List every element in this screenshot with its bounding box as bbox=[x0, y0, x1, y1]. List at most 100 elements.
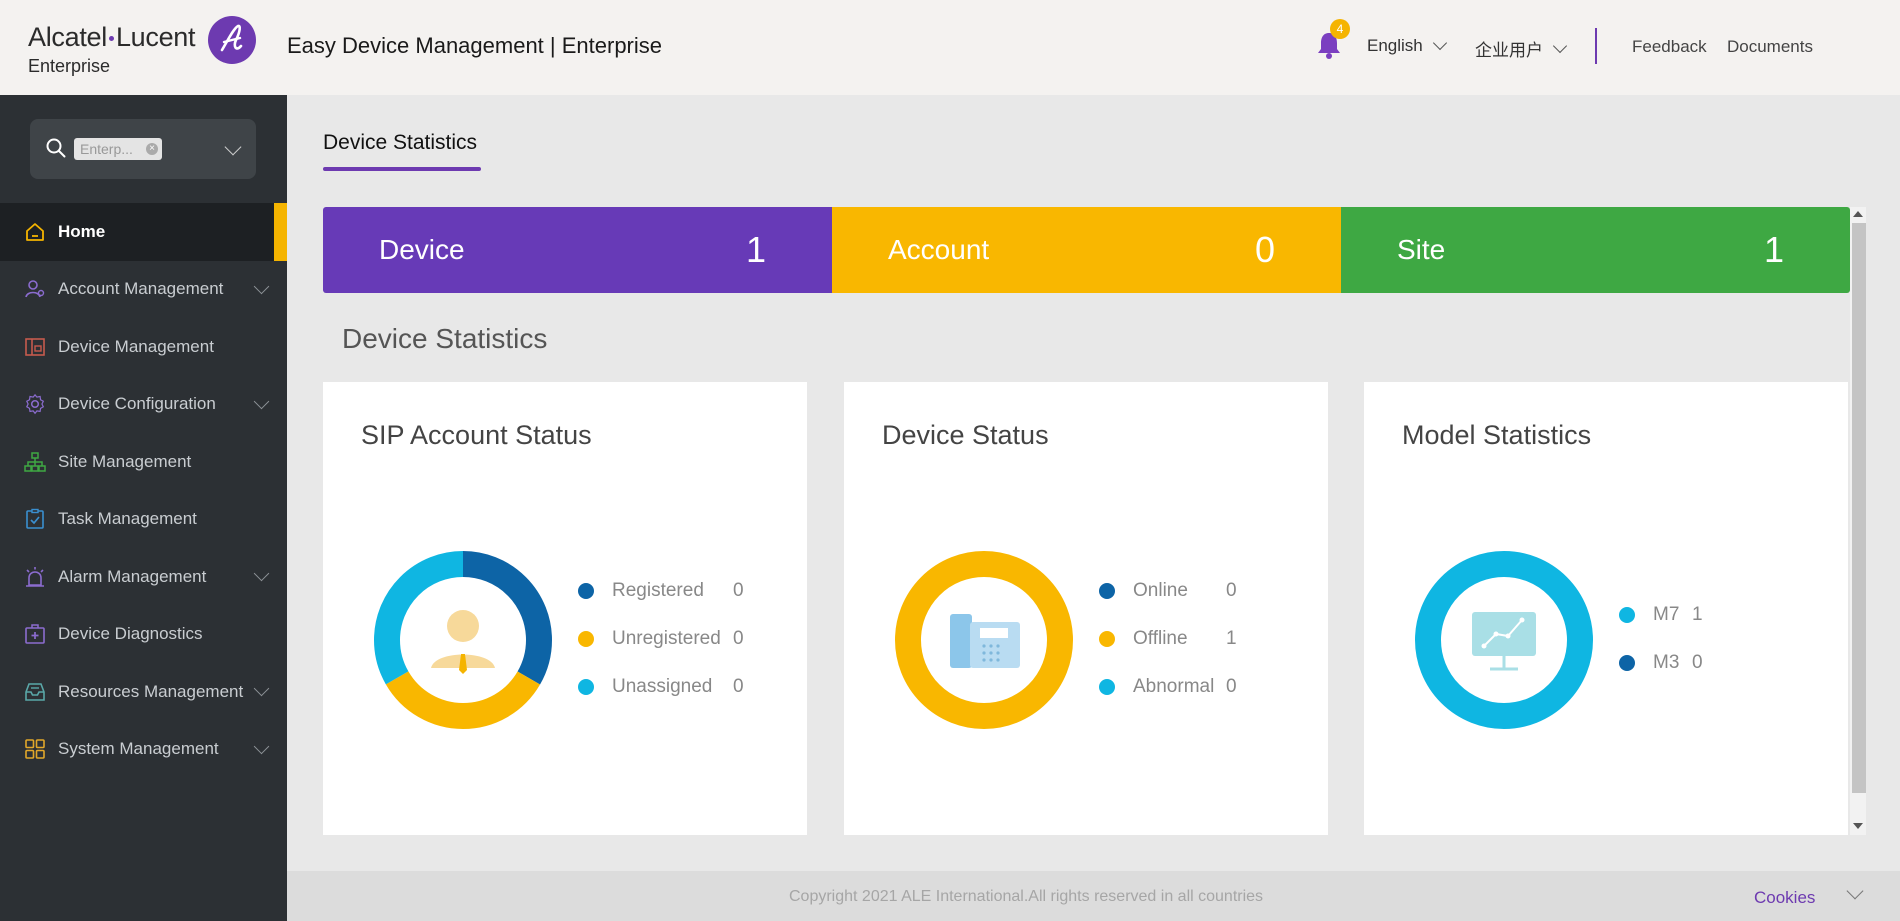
device-count-bar[interactable]: Device 1 bbox=[323, 207, 832, 293]
stat-value: 1 bbox=[1763, 229, 1784, 270]
sidebar-item-label: Device Configuration bbox=[58, 394, 216, 414]
sidebar-item-label: Resources Management bbox=[58, 681, 244, 701]
stat-value: 1 bbox=[745, 229, 766, 270]
chevron-down-icon bbox=[253, 565, 270, 582]
grid-icon bbox=[25, 739, 45, 760]
sidebar-item-account-management[interactable]: Account Management bbox=[0, 261, 287, 319]
language-dropdown[interactable]: English bbox=[1367, 35, 1447, 56]
legend-label: Unregistered bbox=[612, 628, 721, 649]
alarm-icon bbox=[26, 566, 44, 587]
device-status-card: Device Status Online 0 Offline 1 Abnorma… bbox=[844, 382, 1328, 835]
sip-account-donut[interactable] bbox=[373, 550, 553, 730]
legend-value: 1 bbox=[1226, 628, 1237, 649]
header-divider bbox=[1595, 28, 1597, 64]
scroll-down-icon[interactable] bbox=[1853, 823, 1863, 829]
legend-value: 0 bbox=[733, 628, 744, 649]
chevron-down-icon[interactable] bbox=[1846, 882, 1864, 900]
scroll-thumb[interactable] bbox=[1852, 223, 1866, 793]
desk-phone-icon bbox=[950, 614, 1020, 668]
header: Alcatel Lucent Enterprise Easy Device Man… bbox=[0, 0, 1900, 95]
sidebar-item-label: Task Management bbox=[58, 509, 197, 529]
sidebar-item-task-management[interactable]: Task Management bbox=[0, 491, 287, 549]
legend-value: 0 bbox=[1226, 580, 1237, 601]
copyright-text: Copyright 2021 ALE International.All rig… bbox=[789, 888, 1264, 905]
legend-value: 0 bbox=[733, 580, 744, 601]
inbox-icon bbox=[25, 682, 45, 701]
device-icon bbox=[25, 337, 45, 356]
legend-label: Registered bbox=[612, 580, 704, 601]
sidebar: Enterp... × Home Account Management Devi… bbox=[0, 95, 287, 921]
site-count-bar[interactable]: Site 1 bbox=[1341, 207, 1850, 293]
legend-item-unregistered: Unregistered bbox=[578, 627, 721, 651]
content-scrollbar[interactable] bbox=[1850, 207, 1866, 835]
sidebar-item-alarm-management[interactable]: Alarm Management bbox=[0, 548, 287, 606]
clipboard-check-icon bbox=[26, 509, 44, 530]
card-title: Model Statistics bbox=[1402, 420, 1592, 450]
sidebar-item-label: Home bbox=[58, 221, 106, 241]
chevron-down-icon bbox=[1432, 35, 1447, 51]
chevron-down-icon bbox=[253, 278, 270, 294]
sidebar-item-label: Alarm Management bbox=[58, 566, 207, 586]
user-type-dropdown[interactable]: 企业用户 bbox=[1475, 36, 1568, 61]
search-tag[interactable]: Enterp... × bbox=[74, 138, 162, 160]
chevron-down-icon bbox=[1552, 38, 1568, 53]
legend-item-abnormal: Abnormal bbox=[1099, 675, 1214, 699]
chevron-down-icon bbox=[253, 680, 270, 697]
chevron-down-icon[interactable] bbox=[224, 138, 242, 156]
alcatel-lucent-logo[interactable]: Alcatel Lucent Enterprise bbox=[28, 16, 258, 78]
legend-dot bbox=[1099, 583, 1115, 599]
sidebar-item-home[interactable]: Home bbox=[0, 203, 287, 261]
medical-kit-icon bbox=[25, 624, 45, 645]
stat-value: 0 bbox=[1254, 229, 1275, 270]
stat-label: Device bbox=[379, 234, 465, 265]
sidebar-item-device-configuration[interactable]: Device Configuration bbox=[0, 376, 287, 434]
chevron-down-icon bbox=[253, 393, 270, 409]
clear-icon[interactable]: × bbox=[146, 143, 158, 155]
sidebar-item-label: Site Management bbox=[58, 451, 192, 471]
sidebar-item-device-diagnostics[interactable]: Device Diagnostics bbox=[0, 606, 287, 664]
sitemap-icon bbox=[24, 452, 46, 472]
sidebar-item-label: System Management bbox=[58, 739, 219, 759]
legend-label: Unassigned bbox=[612, 676, 713, 697]
legend-value: 0 bbox=[733, 676, 744, 697]
legend-dot bbox=[578, 679, 594, 695]
brand-name-1: Alcatel bbox=[28, 22, 107, 52]
language-label: English bbox=[1367, 36, 1423, 55]
legend-label: M3 bbox=[1653, 652, 1680, 673]
user-icon bbox=[431, 610, 495, 674]
sidebar-item-device-management[interactable]: Device Management bbox=[0, 318, 287, 376]
legend-value: 0 bbox=[1692, 652, 1703, 673]
app-title: Easy Device Management | Enterprise bbox=[287, 33, 662, 58]
tab-active-indicator bbox=[323, 167, 481, 171]
documents-link[interactable]: Documents bbox=[1727, 37, 1813, 57]
legend-dot bbox=[578, 583, 594, 599]
sidebar-item-system-management[interactable]: System Management bbox=[0, 721, 287, 779]
tab-device-statistics[interactable]: Device Statistics bbox=[323, 131, 477, 155]
feedback-link[interactable]: Feedback bbox=[1632, 37, 1707, 57]
sidebar-nav: Home Account Management Device Managemen… bbox=[0, 203, 287, 778]
search-icon bbox=[46, 138, 66, 158]
account-count-bar[interactable]: Account 0 bbox=[832, 207, 1341, 293]
sidebar-item-site-management[interactable]: Site Management bbox=[0, 433, 287, 491]
enterprise-search[interactable]: Enterp... × bbox=[30, 119, 256, 179]
cookies-link[interactable]: Cookies bbox=[1754, 888, 1815, 908]
legend-item-offline: Offline bbox=[1099, 627, 1188, 651]
legend-dot bbox=[578, 631, 594, 647]
sidebar-item-label: Device Management bbox=[58, 336, 214, 356]
scroll-up-icon[interactable] bbox=[1853, 211, 1863, 217]
sidebar-item-label: Account Management bbox=[58, 279, 224, 299]
legend-value: 0 bbox=[1226, 676, 1237, 697]
stat-label: Site bbox=[1397, 234, 1446, 265]
gear-icon bbox=[25, 394, 45, 415]
model-statistics-donut[interactable] bbox=[1414, 550, 1594, 730]
legend-item-m3: M3 bbox=[1619, 651, 1679, 675]
legend-label: Online bbox=[1133, 580, 1188, 601]
legend-label: M7 bbox=[1653, 604, 1680, 625]
device-status-donut[interactable] bbox=[894, 550, 1074, 730]
legend-item-m7: M7 bbox=[1619, 603, 1679, 627]
legend-label: Offline bbox=[1133, 628, 1188, 649]
card-title: SIP Account Status bbox=[361, 420, 592, 450]
sidebar-item-resources-management[interactable]: Resources Management bbox=[0, 663, 287, 721]
brand-mark-icon bbox=[208, 16, 256, 64]
section-title: Device Statistics bbox=[342, 323, 548, 354]
